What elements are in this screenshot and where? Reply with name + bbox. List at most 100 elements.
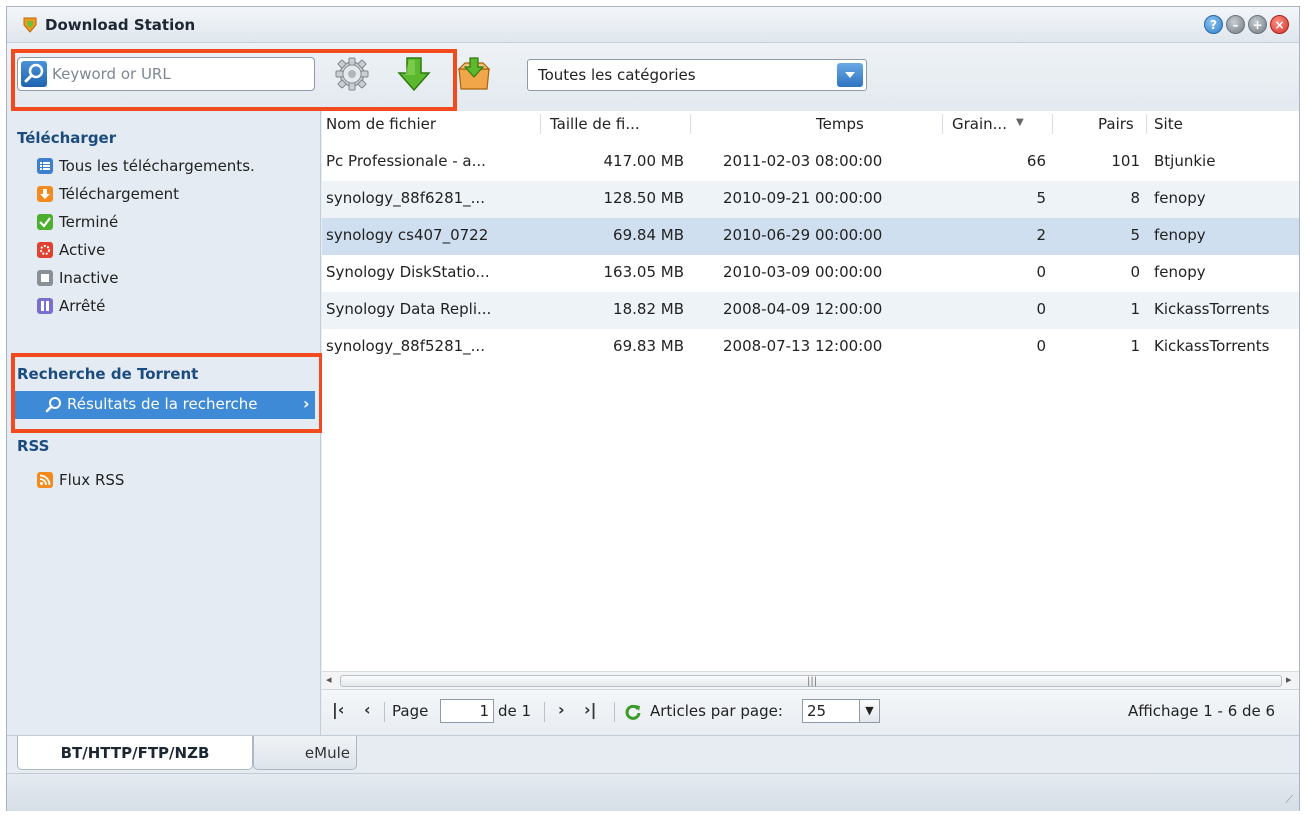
list-icon [37, 158, 53, 174]
scrollbar-grip-icon: ||| [807, 676, 818, 687]
sidebar-item-all-downloads[interactable]: Tous les téléchargements. [37, 155, 255, 177]
download-station-app-icon [23, 17, 37, 33]
cell-time: 2010-09-21 00:00:00 [723, 189, 883, 207]
column-header-size[interactable]: Taille de fi... [550, 115, 640, 133]
table-row[interactable]: synology_88f6281_... 128.50 MB 2010-09-2… [322, 181, 1299, 218]
first-page-icon[interactable]: |‹ [332, 700, 344, 719]
rss-icon [37, 472, 53, 488]
table-row[interactable]: synology_88f5281_... 69.83 MB 2008-07-13… [322, 329, 1299, 366]
close-icon[interactable]: × [1270, 15, 1289, 34]
per-page-label: Articles par page: [650, 702, 783, 720]
cell-size: 18.82 MB [613, 300, 684, 318]
title-bar[interactable]: Download Station ? – + × [7, 7, 1299, 43]
sidebar-item-rss-feeds[interactable]: Flux RSS [37, 469, 124, 491]
cell-peers: 0 [1130, 263, 1140, 281]
resize-grip-icon[interactable]: ⟋ [1285, 793, 1293, 807]
sidebar-item-search-results[interactable]: Résultats de la recherche › [15, 391, 315, 419]
status-bar: ⟋ [7, 773, 1299, 811]
per-page-dropdown[interactable]: 25 ▼ [802, 699, 880, 723]
scrollbar-thumb[interactable]: ||| [340, 675, 1282, 687]
column-divider[interactable] [1146, 114, 1147, 134]
page-label: Page [392, 702, 429, 720]
help-icon[interactable]: ? [1204, 15, 1223, 34]
settings-gear-icon[interactable] [333, 55, 371, 93]
active-icon [37, 242, 53, 258]
column-divider[interactable] [942, 114, 943, 134]
cell-size: 417.00 MB [603, 152, 685, 170]
cell-filename: synology cs407_0722 [326, 226, 489, 244]
display-range-text: Affichage 1 - 6 de 6 [1128, 702, 1276, 720]
sidebar-item-downloading[interactable]: Téléchargement [37, 183, 179, 205]
cell-time: 2010-03-09 00:00:00 [723, 263, 883, 281]
page-number-input[interactable]: 1 [440, 699, 494, 723]
column-header-seeds[interactable]: Grain... [952, 115, 1007, 133]
search-icon[interactable] [21, 61, 47, 87]
cell-site: KickassTorrents [1154, 337, 1270, 355]
column-header-time[interactable]: Temps [816, 115, 864, 133]
cell-peers: 1 [1130, 337, 1140, 355]
refresh-icon[interactable] [624, 703, 642, 721]
upload-file-icon[interactable] [455, 55, 493, 93]
search-icon [45, 397, 61, 413]
sort-desc-icon: ▼ [1016, 117, 1024, 128]
last-page-icon[interactable]: ›| [584, 700, 596, 719]
toolbar: Toutes les catégories [7, 43, 1299, 111]
column-divider[interactable] [540, 114, 541, 134]
cell-seeds: 66 [1026, 152, 1046, 170]
cell-peers: 5 [1130, 226, 1140, 244]
sidebar-item-finished[interactable]: Terminé [37, 211, 118, 233]
window-title: Download Station [45, 16, 196, 34]
next-page-icon[interactable]: › [558, 700, 565, 719]
window-controls: ? – + × [1204, 15, 1289, 34]
sidebar-item-label: Téléchargement [59, 185, 180, 203]
maximize-icon[interactable]: + [1248, 15, 1267, 34]
cell-filename: Synology DiskStatio... [326, 263, 490, 281]
chevron-down-icon[interactable]: ▼ [859, 700, 879, 722]
group-label-telecharger: Télécharger [17, 129, 117, 147]
scroll-left-arrow-icon[interactable]: ◂ [326, 673, 332, 686]
scroll-right-arrow-icon[interactable]: ▸ [1286, 673, 1292, 686]
sidebar-item-stopped[interactable]: Arrêté [37, 295, 105, 317]
cell-size: 69.83 MB [613, 337, 684, 355]
minimize-icon[interactable]: – [1226, 15, 1245, 34]
table-row-selected[interactable]: synology cs407_0722 69.84 MB 2010-06-29 … [322, 218, 1299, 255]
table-row[interactable]: Synology DiskStatio... 163.05 MB 2010-03… [322, 255, 1299, 292]
group-label-rss: RSS [17, 437, 50, 455]
table-header: Nom de fichier Taille de fi... Temps Gra… [322, 111, 1299, 137]
download-arrow-icon [37, 186, 53, 202]
sidebar-item-active[interactable]: Active [37, 239, 105, 261]
table-row[interactable]: Synology Data Repli... 18.82 MB 2008-04-… [322, 292, 1299, 329]
sidebar-item-label: Tous les téléchargements. [59, 157, 255, 175]
sidebar-item-label: Flux RSS [59, 471, 125, 489]
cell-peers: 1 [1130, 300, 1140, 318]
sidebar-item-inactive[interactable]: Inactive [37, 267, 119, 289]
group-label-recherche: Recherche de Torrent [17, 365, 199, 383]
results-table: Nom de fichier Taille de fi... Temps Gra… [322, 111, 1299, 735]
download-arrow-icon[interactable] [395, 55, 433, 93]
sidebar-item-label: Résultats de la recherche [67, 395, 258, 413]
column-header-peers[interactable]: Pairs [1098, 115, 1134, 133]
separator [544, 702, 545, 722]
cell-site: fenopy [1154, 263, 1206, 281]
chevron-down-icon[interactable] [837, 63, 863, 87]
table-row[interactable]: Pc Professionale - a... 417.00 MB 2011-0… [322, 148, 1299, 181]
previous-page-icon[interactable]: ‹ [364, 700, 371, 719]
search-input[interactable] [52, 61, 310, 87]
tab-emule[interactable]: eMule [253, 736, 357, 770]
protocol-tabs: BT/HTTP/FTP/NZB eMule [7, 735, 1299, 773]
column-header-site[interactable]: Site [1154, 115, 1183, 133]
cell-size: 69.84 MB [613, 226, 684, 244]
category-dropdown[interactable]: Toutes les catégories [527, 59, 867, 91]
search-box[interactable] [17, 57, 315, 91]
separator [614, 702, 615, 722]
column-header-filename[interactable]: Nom de fichier [326, 115, 436, 133]
tab-bt-http-ftp-nzb[interactable]: BT/HTTP/FTP/NZB [17, 736, 253, 770]
cell-site: Btjunkie [1154, 152, 1216, 170]
column-divider[interactable] [1052, 114, 1053, 134]
page-count-label: de 1 [498, 702, 532, 720]
horizontal-scrollbar[interactable]: ◂ ||| ▸ [322, 671, 1299, 689]
sidebar-item-label: Active [59, 241, 106, 259]
column-divider[interactable] [690, 114, 691, 134]
cell-site: fenopy [1154, 189, 1206, 207]
cell-filename: synology_88f5281_... [326, 337, 485, 355]
